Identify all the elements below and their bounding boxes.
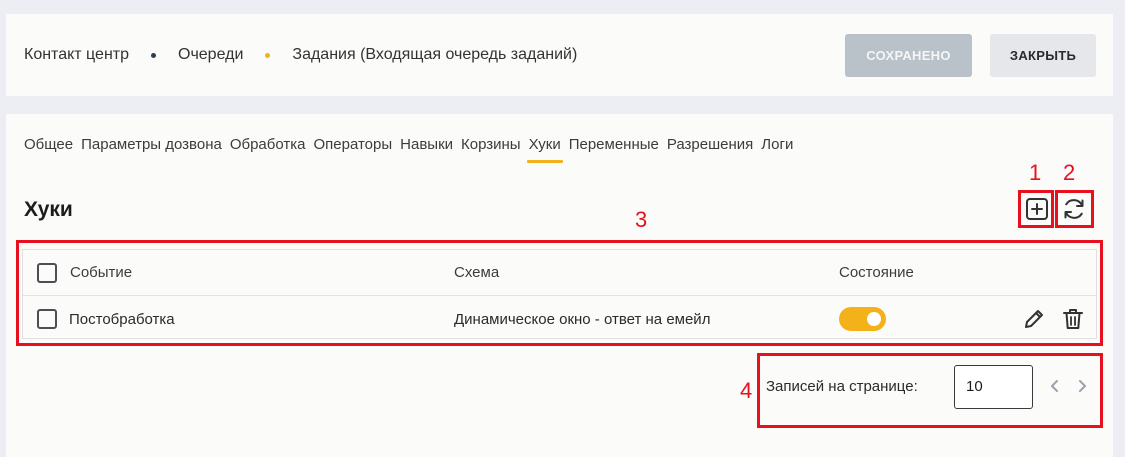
- annotation-box-4: [757, 353, 1103, 428]
- tab-processing[interactable]: Обработка: [230, 136, 306, 163]
- annotation-box-2: [1055, 190, 1094, 228]
- tab-dial-params[interactable]: Параметры дозвона: [81, 136, 222, 163]
- tab-buckets[interactable]: Корзины: [461, 136, 521, 163]
- tab-variables[interactable]: Переменные: [569, 136, 659, 163]
- close-button[interactable]: ЗАКРЫТЬ: [990, 34, 1096, 77]
- breadcrumb-item-queues[interactable]: Очереди: [178, 46, 243, 64]
- breadcrumb: Контакт центр Очереди Задания (Входящая …: [24, 46, 577, 64]
- annotation-label-3: 3: [635, 207, 648, 232]
- breadcrumb-separator: [151, 52, 156, 58]
- annotation-label-2: 2: [1063, 160, 1076, 185]
- tab-logs[interactable]: Логи: [761, 136, 793, 163]
- tab-skills[interactable]: Навыки: [400, 136, 453, 163]
- tab-operators[interactable]: Операторы: [313, 136, 392, 163]
- saved-button[interactable]: СОХРАНЕНО: [845, 34, 972, 77]
- annotation-label-1: 1: [1029, 160, 1042, 185]
- breadcrumb-item-current: Задания (Входящая очередь заданий): [292, 46, 578, 63]
- annotation-label-4: 4: [740, 378, 753, 403]
- tab-bar: Общее Параметры дозвона Обработка Операт…: [24, 136, 801, 163]
- breadcrumb-separator: [265, 52, 271, 58]
- tab-permissions[interactable]: Разрешения: [667, 136, 753, 163]
- section-title: Хуки: [24, 198, 73, 221]
- breadcrumb-item-contact-center[interactable]: Контакт центр: [24, 46, 129, 64]
- tab-hooks[interactable]: Хуки: [526, 136, 563, 163]
- annotation-box-3: [16, 240, 1103, 346]
- tab-general[interactable]: Общее: [24, 136, 73, 163]
- top-bar: Контакт центр Очереди Задания (Входящая …: [6, 14, 1113, 96]
- annotation-box-1: [1018, 190, 1054, 228]
